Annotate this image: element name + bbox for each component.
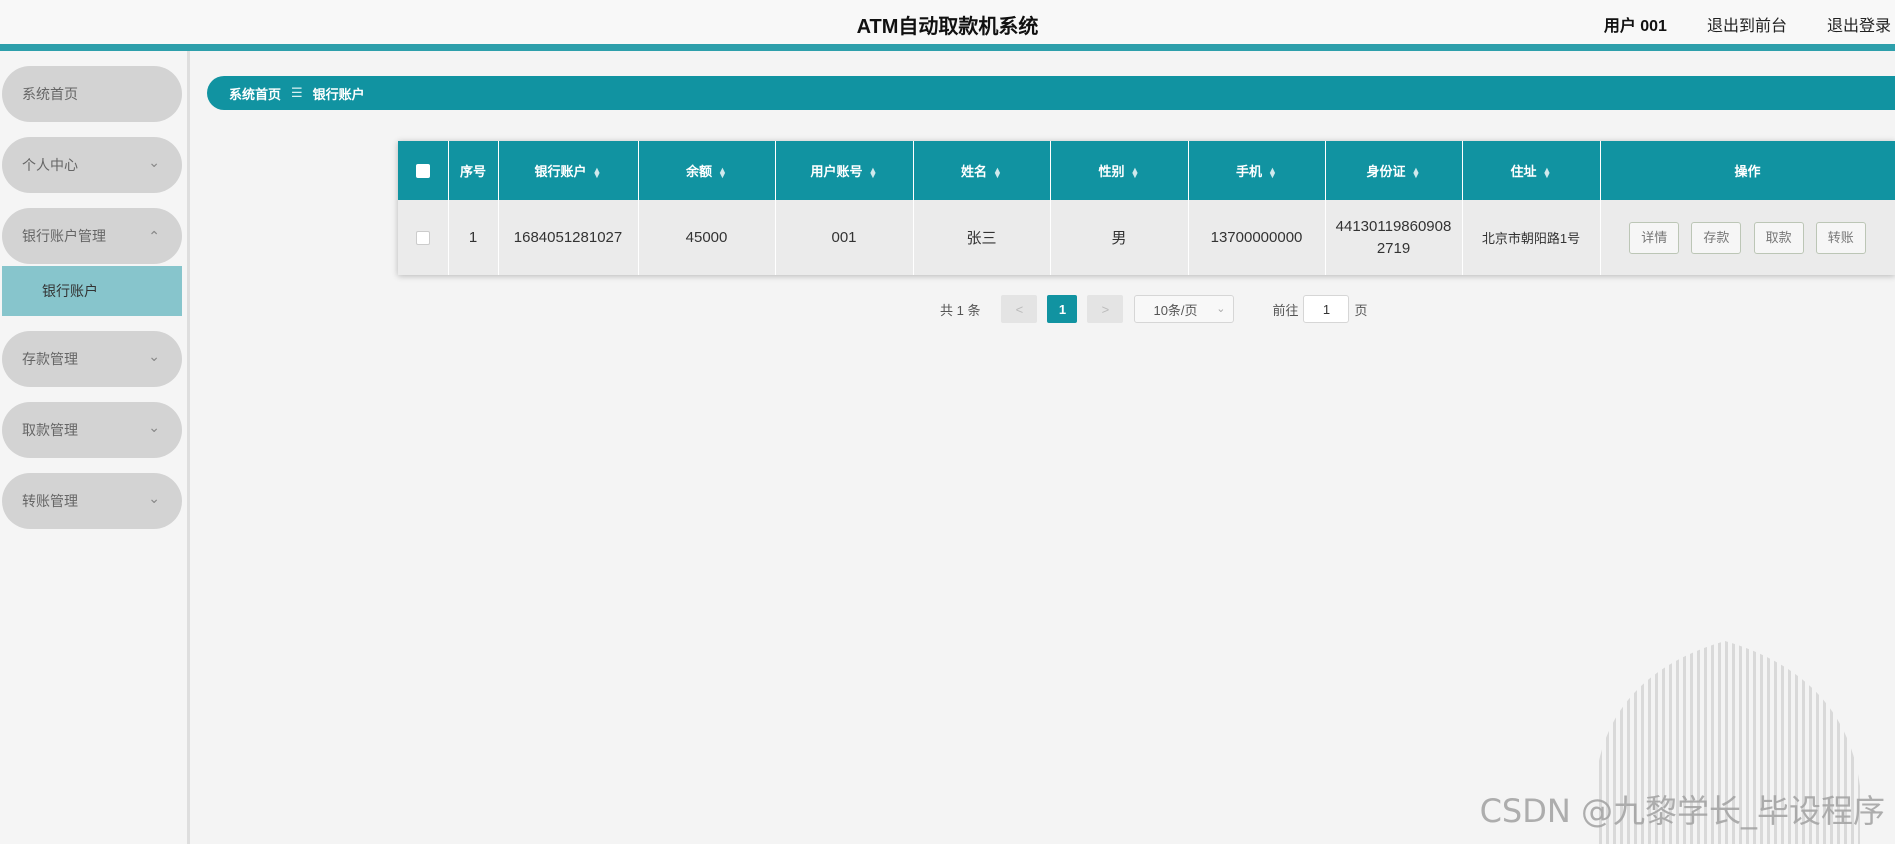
sidebar-item-deposit-mgmt[interactable]: 存款管理 ⌄ bbox=[2, 331, 182, 387]
page-number-current[interactable]: 1 bbox=[1047, 295, 1078, 323]
sort-icon[interactable]: ▲ ▼ bbox=[718, 165, 727, 179]
col-header-account[interactable]: 银行账户 ▲ ▼ bbox=[498, 141, 639, 200]
logout-link[interactable]: 退出登录 bbox=[1827, 12, 1891, 36]
header-accent-bar bbox=[0, 44, 1895, 51]
col-header-name[interactable]: 姓名 ▲ ▼ bbox=[913, 141, 1051, 200]
cell-id-card: 441301198609082719 bbox=[1325, 200, 1463, 275]
transfer-button[interactable]: 转账 bbox=[1815, 221, 1866, 254]
goto-page-input[interactable] bbox=[1303, 295, 1350, 323]
col-header-address[interactable]: 住址 ▲ ▼ bbox=[1462, 141, 1601, 200]
chevron-down-icon: ⌄ bbox=[148, 348, 160, 364]
cell-user-account: 001 bbox=[775, 200, 914, 275]
top-header: ATM自动取款机系统 用户 001 退出到前台 退出登录 bbox=[0, 0, 1895, 44]
cell-account: 1684051281027 bbox=[498, 200, 639, 275]
cell-address: 北京市朝阳路1号 bbox=[1462, 200, 1601, 275]
col-header-phone[interactable]: 手机 ▲ ▼ bbox=[1188, 141, 1326, 200]
cell-actions: 详情 存款 取款 转账 bbox=[1600, 200, 1895, 275]
page-size-value: 10条/页 bbox=[1153, 302, 1198, 318]
prev-page-button[interactable]: < bbox=[1001, 295, 1038, 323]
sidebar-item-transfer-mgmt[interactable]: 转账管理 ⌄ bbox=[2, 473, 182, 529]
cell-phone: 13700000000 bbox=[1188, 200, 1326, 275]
breadcrumb-current: 银行账户 bbox=[312, 86, 365, 102]
sidebar-subitem-bank-account[interactable]: 银行账户 bbox=[2, 266, 182, 316]
table-row: 1 1684051281027 45000 001 张三 男 137000000… bbox=[398, 200, 1895, 275]
sidebar-item-withdraw-mgmt[interactable]: 取款管理 ⌄ bbox=[2, 402, 182, 458]
sort-icon[interactable]: ▲ ▼ bbox=[1543, 165, 1552, 179]
chevron-down-icon: ⌄ bbox=[148, 154, 160, 170]
select-all-checkbox-cell[interactable] bbox=[398, 141, 449, 200]
page-size-select[interactable]: 10条/页 ⌄ bbox=[1134, 295, 1235, 323]
sidebar-item-label: 取款管理 bbox=[22, 422, 78, 438]
cell-gender: 男 bbox=[1050, 200, 1189, 275]
sidebar: 系统首页 个人中心 ⌄ 银行账户管理 ⌃ 银行账户 存款管理 ⌄ 取款管理 ⌄ … bbox=[0, 51, 190, 844]
row-checkbox-cell[interactable] bbox=[398, 200, 449, 275]
cell-balance: 45000 bbox=[638, 200, 776, 275]
deposit-button[interactable]: 存款 bbox=[1691, 221, 1742, 254]
csdn-watermark: CSDN @九黎学长_毕设程序 bbox=[1479, 792, 1885, 830]
next-page-button[interactable]: > bbox=[1087, 295, 1124, 323]
menu-icon: ☰ bbox=[291, 85, 303, 100]
data-table: 序号 银行账户 ▲ ▼ 余额 ▲ ▼ 用户账号 ▲ ▼ 姓名 ▲ ▼ 性别 ▲ ▼ 手机 ▲ ▼ 身份证… bbox=[398, 141, 1895, 275]
current-user: 用户 001 bbox=[1603, 18, 1667, 35]
detail-button[interactable]: 详情 bbox=[1629, 221, 1680, 254]
col-header-balance[interactable]: 余额 ▲ ▼ bbox=[638, 141, 776, 200]
sort-icon[interactable]: ▲ ▼ bbox=[1131, 165, 1140, 179]
select-all-checkbox[interactable] bbox=[415, 164, 430, 179]
sidebar-item-label: 转账管理 bbox=[22, 493, 78, 509]
sidebar-item-personal-center[interactable]: 个人中心 ⌄ bbox=[2, 137, 182, 193]
sidebar-item-bank-account-mgmt[interactable]: 银行账户管理 ⌃ bbox=[2, 208, 182, 264]
sort-icon[interactable]: ▲ ▼ bbox=[993, 165, 1002, 179]
withdraw-button[interactable]: 取款 bbox=[1753, 221, 1804, 254]
col-header-index: 序号 bbox=[448, 141, 499, 200]
chevron-down-icon: ⌄ bbox=[148, 490, 160, 506]
table-header-row: 序号 银行账户 ▲ ▼ 余额 ▲ ▼ 用户账号 ▲ ▼ 姓名 ▲ ▼ 性别 ▲ ▼ 手机 ▲ ▼ 身份证… bbox=[398, 141, 1895, 200]
cell-index: 1 bbox=[448, 200, 499, 275]
header-actions: 用户 001 退出到前台 退出登录 bbox=[1564, 12, 1895, 36]
sidebar-item-label: 系统首页 bbox=[22, 86, 78, 102]
breadcrumb-home[interactable]: 系统首页 bbox=[229, 84, 281, 103]
chevron-down-icon: ⌄ bbox=[148, 419, 160, 435]
sidebar-item-label: 个人中心 bbox=[22, 157, 78, 173]
sort-icon[interactable]: ▲ ▼ bbox=[1268, 165, 1277, 179]
row-checkbox[interactable] bbox=[415, 231, 430, 246]
cell-name: 张三 bbox=[913, 200, 1051, 275]
sidebar-subitem-label: 银行账户 bbox=[42, 283, 98, 299]
pagination: 共 1 条 < 1 > 10条/页 ⌄ 前往 页 bbox=[940, 295, 1368, 323]
page-suffix-label: 页 bbox=[1354, 302, 1368, 318]
total-count: 共 1 条 bbox=[940, 302, 981, 318]
breadcrumb: 系统首页 ☰ 银行账户 bbox=[207, 76, 1895, 110]
sidebar-item-label: 银行账户管理 bbox=[22, 228, 106, 244]
goto-label: 前往 bbox=[1272, 302, 1299, 318]
sort-icon[interactable]: ▲ ▼ bbox=[1412, 165, 1421, 179]
col-header-gender[interactable]: 性别 ▲ ▼ bbox=[1050, 141, 1189, 200]
sort-icon[interactable]: ▲ ▼ bbox=[593, 165, 602, 179]
sidebar-item-label: 存款管理 bbox=[22, 351, 78, 367]
back-to-front-link[interactable]: 退出到前台 bbox=[1707, 12, 1787, 36]
chevron-up-icon: ⌃ bbox=[148, 228, 160, 244]
chevron-down-icon: ⌄ bbox=[1216, 303, 1226, 315]
col-header-id-card[interactable]: 身份证 ▲ ▼ bbox=[1325, 141, 1463, 200]
sidebar-item-home[interactable]: 系统首页 bbox=[2, 66, 182, 122]
col-header-user-account[interactable]: 用户账号 ▲ ▼ bbox=[775, 141, 914, 200]
col-header-actions: 操作 bbox=[1600, 141, 1895, 200]
sort-icon[interactable]: ▲ ▼ bbox=[869, 165, 878, 179]
